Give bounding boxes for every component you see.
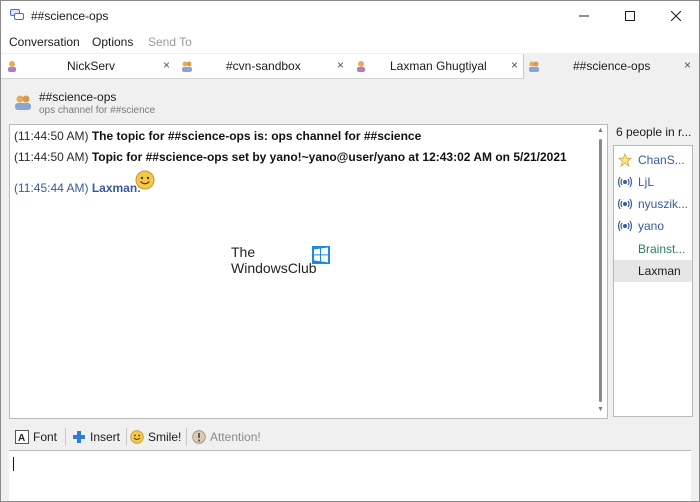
tab-close-icon[interactable]: ×	[684, 58, 691, 72]
toolbar-separator	[126, 428, 127, 446]
window-title: ##science-ops	[31, 9, 109, 23]
person-item[interactable]: LjL	[614, 171, 692, 193]
star-icon	[617, 153, 633, 167]
smiley-emote-icon	[135, 170, 155, 190]
smiley-icon	[130, 430, 144, 444]
message-line: (11:44:50 AM) Topic for ##science-ops se…	[14, 150, 567, 164]
scroll-down-icon[interactable]: ▼	[597, 406, 604, 413]
format-toolbar: A Font Insert Smile! Attention!	[9, 425, 691, 449]
watermark-line2: WindowsClub	[231, 260, 317, 276]
maximize-button[interactable]	[607, 1, 653, 31]
group-icon	[529, 61, 539, 72]
channel-topic: ops channel for ##science	[39, 105, 156, 116]
person-name: LjL	[638, 175, 655, 189]
user-icon	[357, 61, 365, 72]
toolbar-separator	[186, 428, 187, 446]
tab-close-icon[interactable]: ×	[337, 58, 344, 72]
smile-button[interactable]: Smile!	[130, 425, 181, 449]
message-input[interactable]	[9, 450, 691, 501]
font-button-label: Font	[33, 430, 58, 444]
person-name: yano	[638, 219, 665, 233]
person-item[interactable]: Laxman	[614, 260, 692, 282]
tab-nickserv[interactable]: NickServ ×	[1, 54, 174, 78]
svg-text:A: A	[18, 433, 25, 444]
scroll-up-icon[interactable]: ▲	[597, 127, 604, 134]
message-line: (11:45:44 AM) Laxman:	[14, 181, 141, 195]
menu-send-to[interactable]: Send To	[148, 35, 192, 49]
attention-button[interactable]: Attention!	[192, 425, 261, 449]
people-list[interactable]: ChanS... LjL nyuszik... yano Brainst... …	[613, 145, 693, 417]
attention-icon	[192, 430, 206, 444]
watermark-line1: The	[231, 244, 256, 260]
person-item[interactable]: Brainst...	[614, 238, 692, 260]
insert-button-label: Insert	[90, 430, 121, 444]
tab-bar: NickServ × #cvn-sandbox × Laxman Ghugtiy…	[1, 54, 699, 79]
message-timestamp: (11:45:44 AM)	[14, 181, 89, 195]
tab-label: ##science-ops	[573, 59, 651, 73]
minimize-button[interactable]	[561, 1, 607, 31]
conversation-history[interactable]: (11:44:50 AM) The topic for ##science-op…	[9, 124, 608, 419]
person-item[interactable]: yano	[614, 215, 692, 237]
text-caret	[13, 457, 14, 471]
scrollbar-thumb[interactable]	[599, 139, 602, 402]
person-name: Laxman	[638, 264, 681, 278]
message-timestamp: (11:44:50 AM)	[14, 150, 89, 164]
message-text: Topic for ##science-ops set by yano!~yan…	[91, 150, 567, 164]
chat-window: ##science-ops Conversation Options Send …	[0, 0, 700, 502]
windows-logo-icon	[312, 246, 330, 264]
font-icon: A	[15, 430, 29, 444]
person-name: nyuszik...	[638, 197, 689, 211]
vertical-scrollbar[interactable]: ▲ ▼	[595, 125, 607, 418]
chat-bubbles-icon	[10, 9, 24, 20]
menu-options[interactable]: Options	[92, 35, 133, 49]
insert-button[interactable]: Insert	[72, 425, 120, 449]
toolbar-separator	[65, 428, 66, 446]
group-icon	[15, 95, 31, 110]
broadcast-icon	[617, 176, 633, 188]
maximize-icon	[625, 11, 635, 21]
plus-icon	[73, 431, 85, 443]
broadcast-icon	[617, 220, 633, 232]
minimize-icon	[579, 15, 589, 17]
message-timestamp: (11:44:50 AM)	[14, 129, 89, 143]
user-icon	[8, 61, 16, 72]
person-item[interactable]: ChanS...	[614, 149, 692, 171]
broadcast-icon	[617, 198, 633, 210]
tab-close-icon[interactable]: ×	[511, 58, 518, 72]
watermark-text: The WindowsClub	[231, 244, 317, 276]
attention-button-label: Attention!	[210, 430, 261, 444]
menu-conversation[interactable]: Conversation	[9, 35, 80, 49]
smile-button-label: Smile!	[148, 430, 182, 444]
person-name: Brainst...	[638, 242, 686, 256]
tab-close-icon[interactable]: ×	[163, 58, 170, 72]
tab-science-ops[interactable]: ##science-ops ×	[523, 54, 699, 79]
tab-laxman-ghugtiyal[interactable]: Laxman Ghugtiyal ×	[351, 54, 522, 78]
message-nick: Laxman:	[91, 181, 142, 195]
close-icon	[671, 11, 681, 21]
tab-cvn-sandbox[interactable]: #cvn-sandbox ×	[177, 54, 348, 78]
menu-bar: Conversation Options Send To	[1, 31, 699, 53]
message-line: (11:44:50 AM) The topic for ##science-op…	[14, 129, 421, 143]
font-button[interactable]: A Font	[15, 425, 57, 449]
title-bar: ##science-ops	[1, 1, 699, 31]
person-name: ChanS...	[638, 153, 685, 167]
channel-name: ##science-ops	[39, 90, 117, 104]
tab-label: #cvn-sandbox	[226, 59, 301, 73]
message-text: The topic for ##science-ops is: ops chan…	[91, 129, 422, 143]
tab-label: NickServ	[67, 59, 116, 73]
tab-label: Laxman Ghugtiyal	[390, 59, 487, 73]
person-item[interactable]: nyuszik...	[614, 193, 692, 215]
people-count: 6 people in r...	[616, 125, 692, 139]
close-button[interactable]	[653, 1, 699, 31]
group-icon	[182, 61, 192, 72]
